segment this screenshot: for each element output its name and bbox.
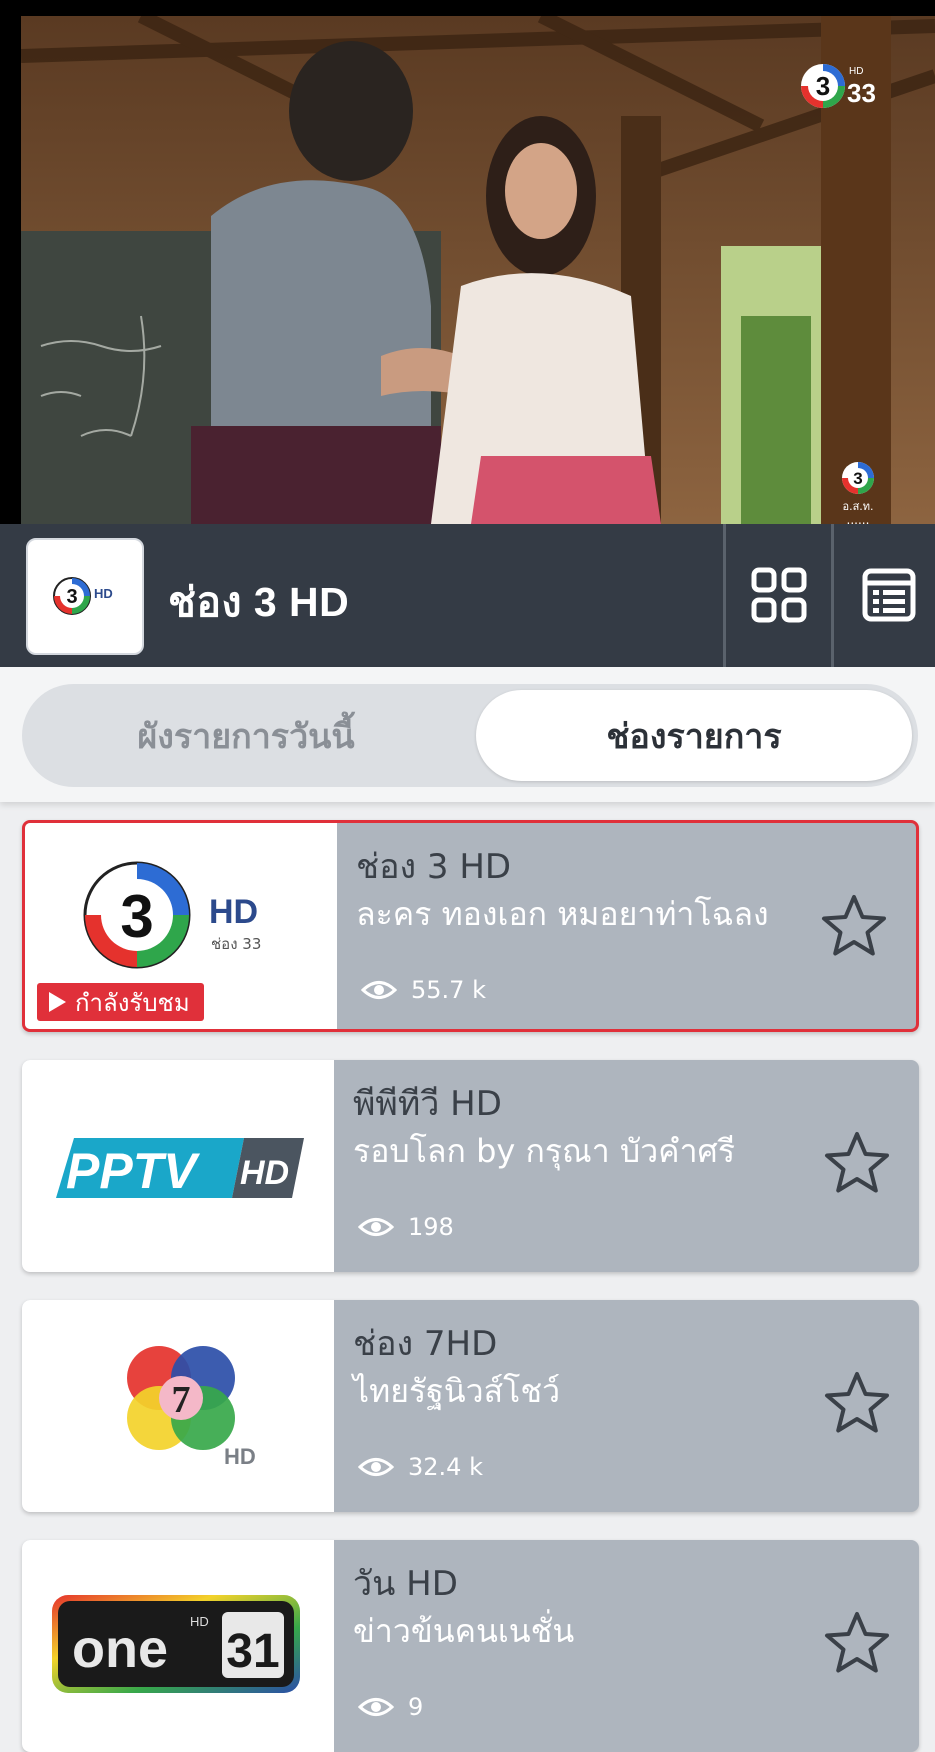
view-count-value: 55.7 k — [411, 976, 486, 1004]
view-count: 198 — [358, 1213, 454, 1241]
svg-text:7: 7 — [172, 1379, 191, 1421]
channel-3-logo-icon: 3 HD — [53, 577, 113, 615]
svg-text:HD: HD — [849, 66, 863, 77]
now-watching-badge: กำลังรับชม — [37, 983, 204, 1021]
channel-watermark-icon: 3 HD 33 — [801, 64, 876, 108]
channel-card-one31[interactable]: one HD 31 วัน HD ข่าวข้นคนเนชั่น 9 — [22, 1540, 919, 1752]
now-watching-label: กำลังรับชม — [75, 988, 190, 1017]
channel-logo-thumb: one HD 31 — [22, 1540, 334, 1752]
eye-icon — [358, 1458, 394, 1476]
svg-text:HD: HD — [190, 1614, 209, 1629]
favorite-star-icon[interactable] — [823, 1370, 891, 1436]
video-scene-image — [21, 16, 935, 524]
tab-channels[interactable]: ช่องรายการ — [476, 690, 912, 781]
current-channel-name: ช่อง 3 HD — [168, 579, 350, 625]
view-count-value: 198 — [408, 1213, 454, 1241]
favorite-star-icon[interactable] — [823, 1610, 891, 1676]
svg-text:HD: HD — [224, 1444, 256, 1469]
eye-icon — [358, 1218, 394, 1236]
grid-icon — [751, 567, 807, 623]
tab-todays-schedule[interactable]: ผังรายการวันนี้ — [22, 684, 470, 787]
view-count-value: 9 — [408, 1693, 424, 1721]
channel-logo-thumb: 3 HD ช่อง 33 กำลังรับชม — [25, 823, 337, 1029]
channel-title: พีพีทีวี HD — [353, 1084, 502, 1124]
svg-text:one: one — [72, 1619, 168, 1679]
svg-text:3: 3 — [66, 586, 77, 608]
one31-logo-icon: one HD 31 — [52, 1595, 300, 1693]
svg-text:3: 3 — [120, 883, 153, 950]
segmented-control: ผังรายการวันนี้ ช่องรายการ — [22, 684, 918, 787]
video-frame[interactable]: 3 HD 33 3 อ.ส.ท. ...... — [21, 16, 935, 524]
tab-bar: ผังรายการวันนี้ ช่องรายการ — [0, 667, 935, 802]
svg-text:HD: HD — [209, 893, 258, 931]
channel-logo-thumb: PPTV HD — [22, 1060, 334, 1272]
channel-logo-thumb: 7 HD — [22, 1300, 334, 1512]
current-channel-logo: 3 HD — [26, 538, 144, 655]
channel-card-ch7[interactable]: 7 HD ช่อง 7HD ไทยรัฐนิวส์โชว์ 32.4 k — [22, 1300, 919, 1512]
view-count: 32.4 k — [358, 1453, 483, 1481]
svg-text:อ.ส.ท.: อ.ส.ท. — [842, 500, 873, 513]
channel-7-logo-icon: 7 HD — [127, 1346, 256, 1469]
eye-icon — [358, 1698, 394, 1716]
svg-text:......: ...... — [847, 513, 870, 524]
grid-view-button[interactable] — [736, 552, 822, 638]
channel-title: ช่อง 7HD — [353, 1324, 498, 1364]
current-program: ไทยรัฐนิวส์โชว์ — [353, 1372, 561, 1410]
current-program: รอบโลก by กรุณา บัวคำศรี — [353, 1132, 736, 1170]
video-player[interactable]: 3 HD 33 3 อ.ส.ท. ...... — [0, 0, 935, 524]
svg-text:ช่อง 33: ช่อง 33 — [211, 935, 261, 953]
eye-icon — [361, 981, 397, 999]
channel-card-pptv[interactable]: PPTV HD พีพีทีวี HD รอบโลก by กรุณา บัวค… — [22, 1060, 919, 1272]
svg-text:3: 3 — [816, 71, 830, 101]
svg-text:PPTV: PPTV — [66, 1143, 200, 1199]
view-count-value: 32.4 k — [408, 1453, 483, 1481]
play-icon — [49, 992, 66, 1012]
header-divider — [831, 524, 834, 667]
svg-text:33: 33 — [847, 78, 876, 108]
pptv-logo-icon: PPTV HD — [56, 1138, 304, 1199]
channel-card-ch3[interactable]: 3 HD ช่อง 33 กำลังรับชม ช่อง 3 HD ละคร ท… — [22, 820, 919, 1032]
favorite-star-icon[interactable] — [823, 1130, 891, 1196]
channel-title: วัน HD — [353, 1564, 458, 1604]
svg-text:HD: HD — [240, 1154, 289, 1192]
view-count: 55.7 k — [361, 976, 486, 1004]
favorite-star-icon[interactable] — [820, 893, 888, 959]
current-channel-bar: 3 HD ช่อง 3 HD — [0, 524, 935, 667]
program-guide-button[interactable] — [846, 552, 932, 638]
svg-text:HD: HD — [94, 586, 113, 601]
channel-title: ช่อง 3 HD — [356, 847, 512, 887]
svg-text:31: 31 — [226, 1625, 279, 1678]
rating-mark-icon: 3 อ.ส.ท. ...... — [842, 462, 874, 524]
current-program: ข่าวข้นคนเนชั่น — [353, 1612, 575, 1650]
view-count: 9 — [358, 1693, 423, 1721]
current-program: ละคร ทองเอก หมอยาท่าโฉลง — [356, 895, 769, 933]
svg-text:3: 3 — [853, 469, 862, 488]
list-icon — [862, 568, 916, 622]
header-divider — [723, 524, 726, 667]
